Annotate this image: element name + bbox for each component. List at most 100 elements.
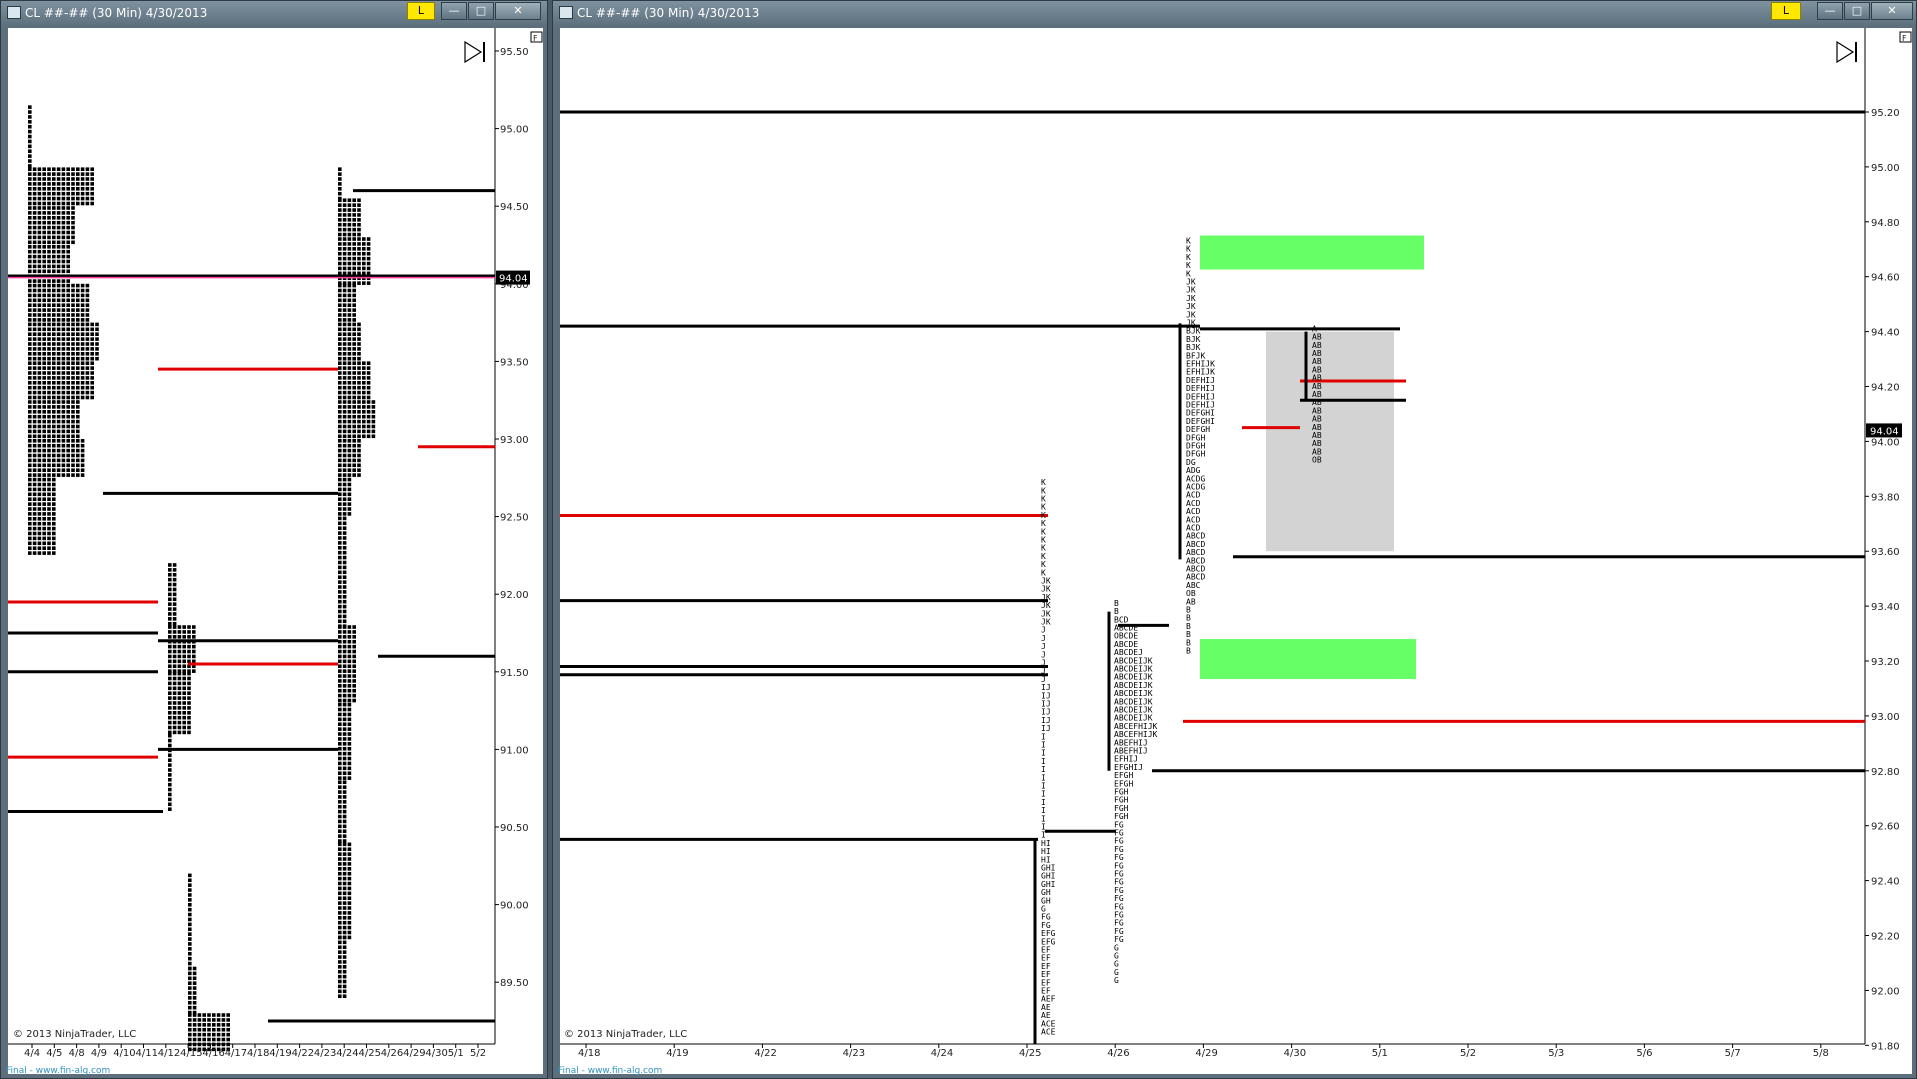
tpo-block — [342, 614, 347, 619]
left-title-bar[interactable]: CL ##-## (30 Min) 4/30/2013 L — □ ✕ — [1, 1, 547, 25]
maximize-icon[interactable]: □ — [468, 2, 494, 20]
tpo-block — [338, 492, 342, 497]
tpo-block — [56, 269, 61, 274]
right-chart-svg[interactable]: F95.2095.0094.8094.6094.4094.2094.0093.8… — [560, 28, 1912, 1074]
tpo-block — [342, 546, 347, 550]
maximize-icon[interactable]: □ — [1844, 2, 1870, 20]
tpo-block — [56, 240, 61, 245]
tpo-block — [42, 453, 46, 458]
tpo-block — [71, 196, 75, 201]
tpo-block — [216, 1027, 221, 1032]
tpo-block — [66, 177, 70, 181]
tpo-block — [76, 293, 80, 298]
tpo-block — [52, 502, 56, 506]
tpo-block — [32, 400, 37, 404]
close-icon[interactable]: ✕ — [495, 2, 541, 20]
tpo-block — [357, 352, 361, 356]
right-plot-area[interactable]: F 95.20 95.00 94.80 94.60 94.40 94.20 94.00 93.8… — [560, 28, 1912, 1074]
tpo-block — [47, 245, 51, 249]
left-chart-svg[interactable]: F95.5095.0094.5094.0093.5093.0092.5092.0… — [8, 28, 543, 1074]
tpo-block — [28, 385, 32, 390]
tpo-block — [342, 693, 347, 698]
price-label: 94.60 — [1871, 273, 1900, 284]
tpo-block — [202, 1018, 206, 1022]
tpo-block — [357, 419, 361, 424]
link-button[interactable]: L — [1771, 2, 1801, 20]
tpo-block — [37, 356, 42, 361]
tpo-block — [56, 395, 61, 400]
left-plot-area[interactable]: F 95.50 95.00 94.50 94.00 93.50 93.00 92.50 92.0… — [8, 28, 543, 1074]
tpo-block — [352, 218, 356, 222]
date-label: 5/1 — [1372, 1048, 1388, 1059]
tpo-block — [28, 414, 32, 419]
tpo-block — [338, 531, 342, 535]
tpo-block — [342, 580, 347, 584]
tpo-block — [56, 381, 61, 385]
tpo-block — [347, 751, 352, 756]
tpo-block — [71, 225, 75, 230]
minimize-icon[interactable]: — — [1817, 2, 1843, 20]
tpo-block — [28, 390, 32, 395]
tpo-block — [188, 912, 192, 917]
tpo-block — [342, 994, 347, 999]
tpo-block — [342, 852, 347, 856]
tpo-block — [76, 410, 80, 414]
price-label: 94.20 — [1871, 383, 1900, 394]
tpo-block — [80, 288, 85, 293]
tpo-block — [342, 965, 347, 969]
tpo-block — [37, 332, 42, 336]
price-label: 93.40 — [1871, 602, 1900, 613]
right-title-bar[interactable]: CL ##-## (30 Min) 4/30/2013 L — □ ✕ — [553, 1, 1916, 25]
tpo-block — [37, 492, 42, 497]
tpo-block — [352, 458, 356, 463]
tpo-block — [61, 293, 66, 298]
tpo-block — [56, 347, 61, 351]
tpo-block — [226, 1023, 230, 1027]
tpo-block — [66, 356, 70, 361]
tpo-block — [347, 458, 352, 463]
tpo-block — [338, 458, 342, 463]
tpo-block — [42, 177, 46, 181]
tpo-block — [342, 405, 347, 409]
tpo-block — [47, 352, 51, 356]
tpo-block — [42, 293, 46, 298]
tpo-block — [342, 790, 347, 794]
left-footer-link[interactable]: Final - www.fin-alg.com — [6, 1066, 110, 1076]
minimize-icon[interactable]: — — [441, 2, 467, 20]
tpo-block — [66, 385, 70, 390]
tpo-block — [188, 971, 192, 976]
tpo-block — [32, 458, 37, 463]
tpo-block — [366, 376, 371, 380]
tpo-block — [52, 400, 56, 404]
tpo-block — [342, 531, 347, 535]
tpo-block — [202, 1037, 206, 1042]
tpo-block — [32, 410, 37, 414]
tpo-block — [197, 1013, 202, 1017]
tpo-block — [177, 725, 182, 730]
tpo-block — [90, 371, 94, 375]
tpo-block — [47, 347, 51, 351]
tpo-block — [347, 857, 352, 861]
tpo-block — [357, 208, 361, 212]
tpo-block — [32, 371, 37, 375]
tpo-block — [28, 191, 32, 196]
tpo-block — [47, 502, 51, 506]
tpo-block — [37, 448, 42, 453]
tpo-block — [347, 722, 352, 727]
tpo-block — [28, 159, 32, 163]
tpo-block — [338, 247, 342, 251]
tpo-block — [347, 669, 352, 673]
link-button[interactable]: L — [407, 2, 435, 20]
close-icon[interactable]: ✕ — [1871, 2, 1913, 20]
tpo-block — [28, 551, 32, 555]
tpo-block — [32, 448, 37, 453]
tpo-block — [362, 414, 366, 419]
tpo-block — [347, 847, 352, 852]
tpo-block — [47, 492, 51, 497]
tpo-block — [61, 211, 66, 215]
tpo-block — [338, 410, 342, 414]
right-footer-link[interactable]: Final - www.fin-alg.com — [558, 1066, 662, 1076]
tpo-block — [366, 390, 371, 395]
tpo-block — [52, 371, 56, 375]
tpo-block — [172, 725, 177, 730]
